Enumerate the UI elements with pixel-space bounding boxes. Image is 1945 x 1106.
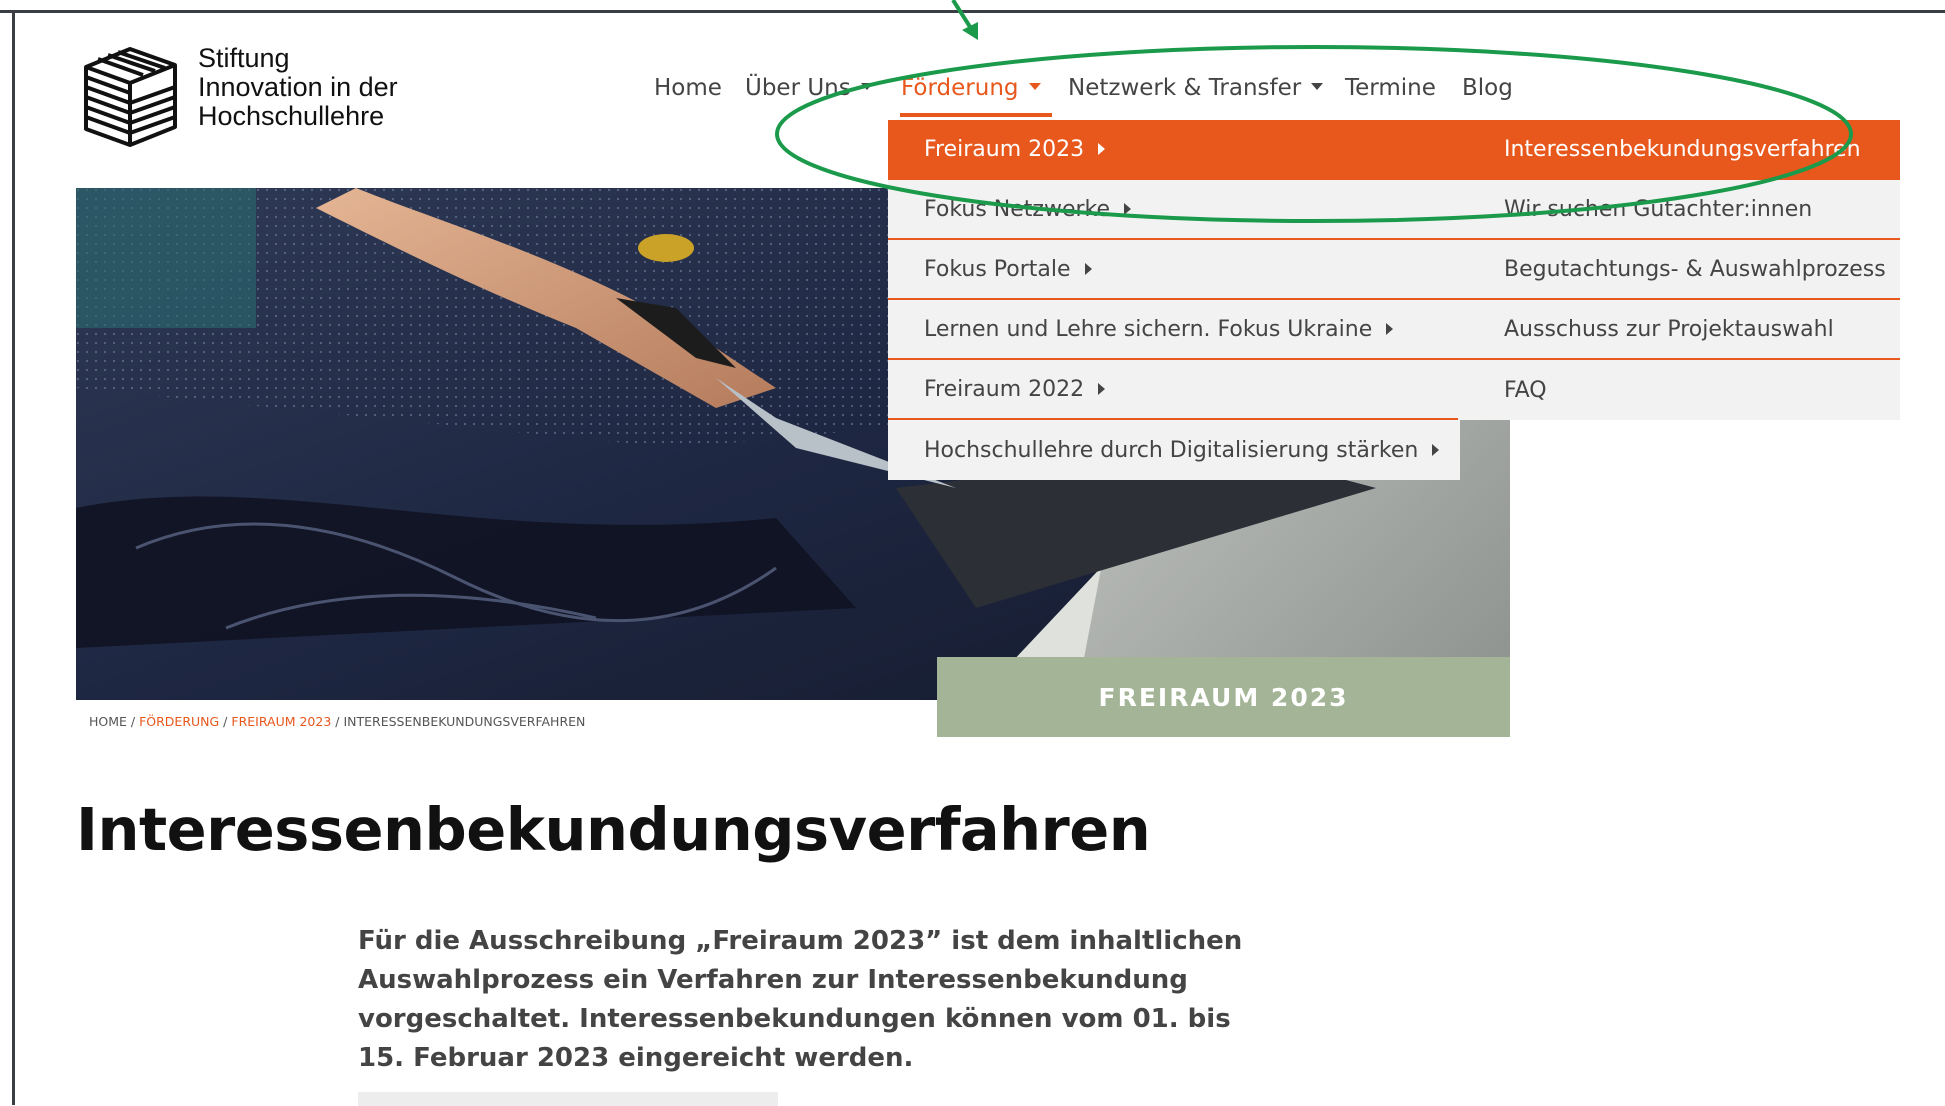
nav-item-blog[interactable]: Blog (1462, 75, 1513, 101)
subsubmenu-label: FAQ (1504, 377, 1547, 403)
subsubmenu-item-begutachtung[interactable]: Begutachtungs- & Auswahlprozess (1458, 240, 1900, 300)
submenu-item-freiraum-2023[interactable]: Freiraum 2023 (888, 120, 1458, 180)
caret-down-icon (1028, 83, 1041, 90)
submenu-label: Freiraum 2022 (924, 376, 1085, 402)
breadcrumb: HOME / FÖRDERUNG / FREIRAUM 2023 / INTER… (89, 714, 585, 729)
breadcrumb-home[interactable]: HOME (89, 714, 127, 729)
intro-line: Auswahlprozess ein Verfahren zur Interes… (358, 965, 1188, 995)
caret-right-icon (1098, 143, 1106, 155)
submenu-item-fokus-netzwerke[interactable]: Fokus Netzwerke (888, 180, 1458, 240)
caret-down-icon (1311, 83, 1324, 90)
nav-label-ueber-uns: Über Uns (745, 75, 851, 101)
nav-item-netzwerk-transfer[interactable]: Netzwerk & Transfer (1068, 75, 1324, 101)
intro-paragraph: Für die Ausschreibung „Freiraum 2023” is… (358, 922, 1258, 1078)
annotation-arrowhead (962, 22, 978, 40)
subsubmenu-label: Wir suchen Gutachter:innen (1504, 196, 1813, 222)
nav-label-termine: Termine (1345, 75, 1436, 101)
logo-wordmark[interactable]: Stiftung Innovation in der Hochschullehr… (198, 44, 398, 131)
nav-label-netzwerk-transfer: Netzwerk & Transfer (1068, 75, 1302, 101)
submenu-label: Fokus Portale (924, 256, 1071, 282)
submenu-label: Hochschullehre durch Digitalisierung stä… (924, 437, 1419, 463)
subsubmenu-item-interessenbekundungsverfahren[interactable]: Interessenbekundungsverfahren (1458, 120, 1900, 180)
subsubmenu-label: Ausschuss zur Projektauswahl (1504, 316, 1834, 342)
caret-down-icon (860, 83, 873, 90)
freiraum-2023-submenu: Interessenbekundungsverfahren Wir suchen… (1458, 120, 1900, 420)
caret-right-icon (1432, 444, 1440, 456)
submenu-item-fokus-portale[interactable]: Fokus Portale (888, 240, 1458, 300)
breadcrumb-foerderung[interactable]: FÖRDERUNG (139, 714, 219, 729)
intro-line: vorgeschaltet. Interessenbekundungen kön… (358, 1004, 1231, 1034)
submenu-label: Freiraum 2023 (924, 136, 1085, 162)
logo-line-1: Stiftung (198, 43, 290, 73)
nav-item-foerderung[interactable]: Förderung (901, 75, 1041, 101)
subsubmenu-item-ausschuss[interactable]: Ausschuss zur Projektauswahl (1458, 300, 1900, 360)
subsubmenu-item-gutachter[interactable]: Wir suchen Gutachter:innen (1458, 180, 1900, 240)
breadcrumb-separator: / (331, 714, 344, 729)
breadcrumb-current: INTERESSENBEKUNDUNGSVERFAHREN (343, 714, 586, 729)
annotation-arrow-line (951, 0, 974, 32)
submenu-item-digitalisierung[interactable]: Hochschullehre durch Digitalisierung stä… (888, 420, 1460, 480)
caret-right-icon (1386, 323, 1394, 335)
subsubmenu-item-faq[interactable]: FAQ (1458, 360, 1900, 420)
nav-label-foerderung: Förderung (901, 75, 1019, 101)
nav-item-home[interactable]: Home (654, 75, 722, 101)
submenu-item-fokus-ukraine[interactable]: Lernen und Lehre sichern. Fokus Ukraine (888, 300, 1458, 360)
active-nav-underline (900, 113, 1052, 117)
nav-label-home: Home (654, 75, 722, 101)
submenu-label: Fokus Netzwerke (924, 196, 1111, 222)
caret-right-icon (1124, 203, 1132, 215)
caret-right-icon (1098, 383, 1106, 395)
subsubmenu-label: Interessenbekundungsverfahren (1504, 136, 1861, 162)
screenshot-frame-top (0, 10, 1945, 13)
hero-badge: FREIRAUM 2023 (937, 657, 1510, 737)
foerderung-submenu: Freiraum 2023 Fokus Netzwerke Fokus Port… (888, 120, 1460, 480)
stacked-cube-icon[interactable] (83, 45, 178, 149)
intro-line: Für die Ausschreibung „Freiraum 2023” is… (358, 926, 1243, 956)
logo-line-3: Hochschullehre (198, 101, 385, 131)
nav-item-termine[interactable]: Termine (1345, 75, 1436, 101)
nav-item-ueber-uns[interactable]: Über Uns (745, 75, 873, 101)
breadcrumb-separator: / (219, 714, 232, 729)
subsubmenu-label: Begutachtungs- & Auswahlprozess (1504, 256, 1886, 282)
breadcrumb-separator: / (126, 714, 140, 729)
next-paragraph-fade (358, 1092, 778, 1106)
screenshot-frame-left (12, 10, 15, 1105)
intro-line: 15. Februar 2023 eingereicht werden. (358, 1043, 914, 1073)
logo-line-2: Innovation in der (198, 72, 398, 102)
nav-label-blog: Blog (1462, 75, 1513, 101)
caret-right-icon (1084, 263, 1092, 275)
submenu-label: Lernen und Lehre sichern. Fokus Ukraine (924, 316, 1373, 342)
submenu-item-freiraum-2022[interactable]: Freiraum 2022 (888, 360, 1458, 420)
breadcrumb-freiraum-2023[interactable]: FREIRAUM 2023 (231, 714, 331, 729)
page-title: Interessenbekundungsverfahren (76, 795, 1151, 864)
